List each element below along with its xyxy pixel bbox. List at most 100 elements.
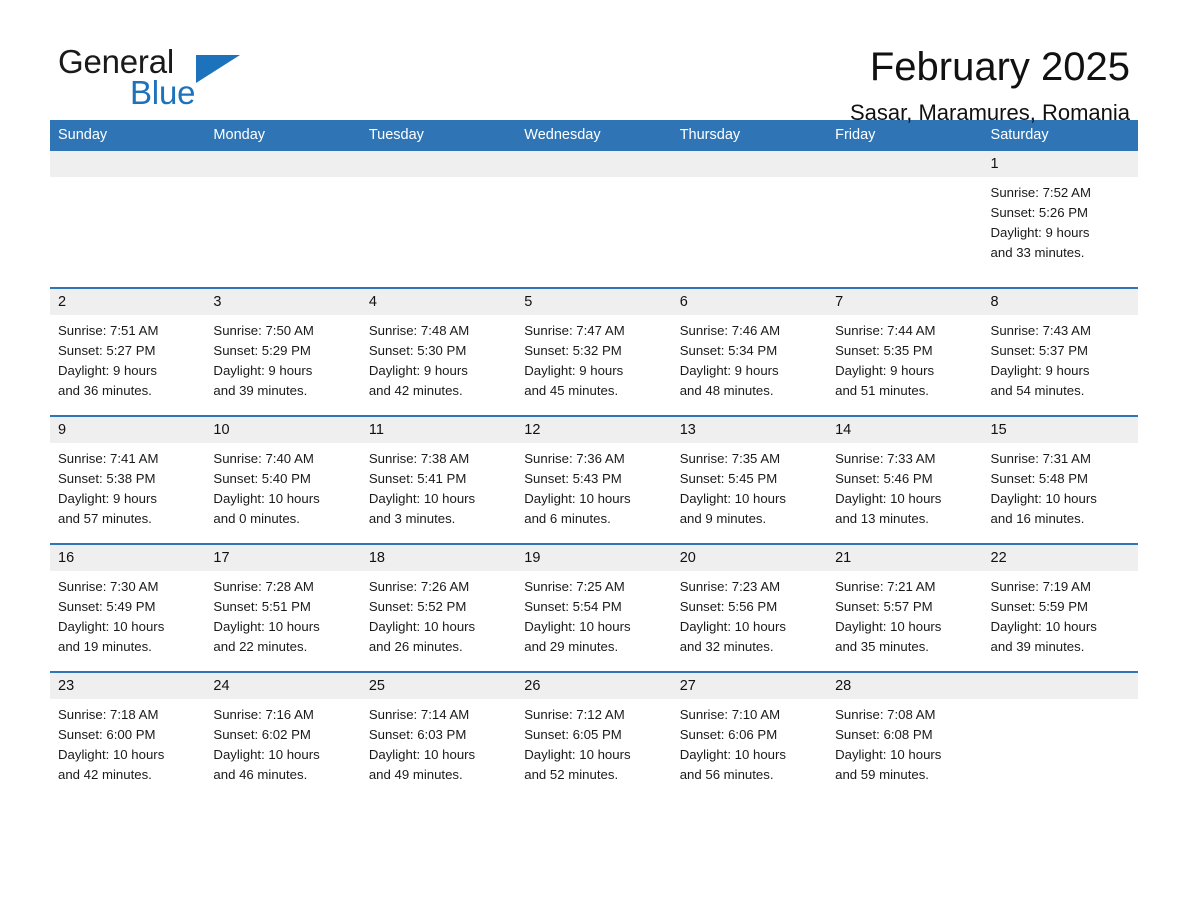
day-number bbox=[671, 151, 828, 177]
day-cell[interactable]: 26 Sunrise: 7:12 AM Sunset: 6:05 PM Dayl… bbox=[516, 673, 672, 799]
daylight-text-line2: and 29 minutes. bbox=[524, 639, 619, 654]
day-number: 8 bbox=[982, 289, 1138, 315]
daylight-text-line1: Daylight: 10 hours bbox=[524, 747, 631, 762]
sunrise-text: Sunrise: 7:51 AM bbox=[58, 323, 159, 338]
day-cell[interactable]: 18 Sunrise: 7:26 AM Sunset: 5:52 PM Dayl… bbox=[360, 545, 517, 671]
day-cell[interactable]: 13 Sunrise: 7:35 AM Sunset: 5:45 PM Dayl… bbox=[671, 417, 828, 543]
day-cell[interactable]: 20 Sunrise: 7:23 AM Sunset: 5:56 PM Dayl… bbox=[671, 545, 828, 671]
weekday-header-saturday: Saturday bbox=[990, 127, 1049, 143]
day-cell[interactable]: 8 Sunrise: 7:43 AM Sunset: 5:37 PM Dayli… bbox=[982, 289, 1138, 415]
sunset-text: Sunset: 5:40 PM bbox=[213, 471, 311, 486]
sunset-text: Sunset: 5:57 PM bbox=[835, 599, 933, 614]
day-cell[interactable]: 5 Sunrise: 7:47 AM Sunset: 5:32 PM Dayli… bbox=[516, 289, 672, 415]
day-cell[interactable]: 14 Sunrise: 7:33 AM Sunset: 5:46 PM Dayl… bbox=[827, 417, 983, 543]
weekday-header-sunday: Sunday bbox=[58, 127, 108, 143]
sunrise-text: Sunrise: 7:19 AM bbox=[990, 579, 1091, 594]
daylight-text-line2: and 42 minutes. bbox=[58, 767, 152, 782]
day-cell[interactable]: 25 Sunrise: 7:14 AM Sunset: 6:03 PM Dayl… bbox=[360, 673, 517, 799]
day-details: Sunrise: 7:44 AM Sunset: 5:35 PM Dayligh… bbox=[827, 315, 982, 401]
day-cell[interactable]: 6 Sunrise: 7:46 AM Sunset: 5:34 PM Dayli… bbox=[671, 289, 828, 415]
day-cell[interactable]: 23 Sunrise: 7:18 AM Sunset: 6:00 PM Dayl… bbox=[50, 673, 206, 799]
day-details: Sunrise: 7:08 AM Sunset: 6:08 PM Dayligh… bbox=[827, 699, 982, 785]
daylight-text-line1: Daylight: 10 hours bbox=[368, 491, 476, 506]
day-number: 26 bbox=[516, 673, 672, 699]
day-details: Sunrise: 7:47 AM Sunset: 5:32 PM Dayligh… bbox=[516, 315, 671, 401]
sunrise-text: Sunrise: 7:35 AM bbox=[679, 451, 781, 466]
week-row: 2 Sunrise: 7:51 AM Sunset: 5:27 PM Dayli… bbox=[50, 287, 1138, 415]
weekday-header-row: Sunday Monday Tuesday Wednesday Thursday… bbox=[50, 120, 1138, 151]
day-cell[interactable]: 12 Sunrise: 7:36 AM Sunset: 5:43 PM Dayl… bbox=[516, 417, 672, 543]
day-cell[interactable]: 24 Sunrise: 7:16 AM Sunset: 6:02 PM Dayl… bbox=[205, 673, 361, 799]
day-number: 28 bbox=[827, 673, 983, 699]
sunset-text: Sunset: 5:34 PM bbox=[679, 343, 778, 358]
sunrise-text: Sunrise: 7:41 AM bbox=[58, 451, 159, 466]
daylight-text-line2: and 22 minutes. bbox=[213, 639, 308, 654]
day-cell[interactable]: 3 Sunrise: 7:50 AM Sunset: 5:29 PM Dayli… bbox=[205, 289, 361, 415]
daylight-text-line1: Daylight: 10 hours bbox=[990, 491, 1097, 506]
daylight-text-line2: and 45 minutes. bbox=[524, 383, 619, 398]
daylight-text-line1: Daylight: 10 hours bbox=[58, 747, 165, 762]
daylight-text-line2: and 46 minutes. bbox=[213, 767, 308, 782]
daylight-text-line1: Daylight: 9 hours bbox=[58, 491, 157, 506]
day-number: 17 bbox=[205, 545, 361, 571]
day-number: 20 bbox=[671, 545, 828, 571]
day-cell[interactable]: 17 Sunrise: 7:28 AM Sunset: 5:51 PM Dayl… bbox=[205, 545, 361, 671]
daylight-text-line1: Daylight: 10 hours bbox=[213, 619, 320, 634]
daylight-text-line2: and 3 minutes. bbox=[368, 511, 456, 526]
day-cell[interactable]: 1 Sunrise: 7:52 AM Sunset: 5:26 PM Dayli… bbox=[982, 151, 1138, 287]
day-details: Sunrise: 7:38 AM Sunset: 5:41 PM Dayligh… bbox=[361, 443, 516, 529]
page-title: February 2025 bbox=[869, 45, 1130, 89]
day-number: 22 bbox=[982, 545, 1138, 571]
daylight-text-line2: and 32 minutes. bbox=[679, 639, 774, 654]
daylight-text-line1: Daylight: 10 hours bbox=[213, 747, 320, 762]
daylight-text-line2: and 13 minutes. bbox=[835, 511, 929, 526]
day-cell[interactable]: 19 Sunrise: 7:25 AM Sunset: 5:54 PM Dayl… bbox=[516, 545, 672, 671]
day-number: 5 bbox=[516, 289, 672, 315]
day-cell[interactable]: 16 Sunrise: 7:30 AM Sunset: 5:49 PM Dayl… bbox=[50, 545, 206, 671]
daylight-text-line1: Daylight: 10 hours bbox=[679, 747, 786, 762]
sunset-text: Sunset: 5:32 PM bbox=[524, 343, 622, 358]
weekday-header-tuesday: Tuesday bbox=[368, 127, 424, 143]
day-cell[interactable]: 22 Sunrise: 7:19 AM Sunset: 5:59 PM Dayl… bbox=[982, 545, 1138, 671]
day-cell[interactable]: 2 Sunrise: 7:51 AM Sunset: 5:27 PM Dayli… bbox=[50, 289, 206, 415]
day-cell[interactable]: 21 Sunrise: 7:21 AM Sunset: 5:57 PM Dayl… bbox=[827, 545, 983, 671]
day-cell[interactable]: 10 Sunrise: 7:40 AM Sunset: 5:40 PM Dayl… bbox=[205, 417, 361, 543]
sunrise-text: Sunrise: 7:44 AM bbox=[835, 323, 936, 338]
day-details: Sunrise: 7:30 AM Sunset: 5:49 PM Dayligh… bbox=[50, 571, 205, 657]
sunrise-text: Sunrise: 7:08 AM bbox=[835, 707, 936, 722]
day-cell[interactable]: 9 Sunrise: 7:41 AM Sunset: 5:38 PM Dayli… bbox=[50, 417, 206, 543]
day-cell[interactable]: 28 Sunrise: 7:08 AM Sunset: 6:08 PM Dayl… bbox=[827, 673, 983, 799]
day-cell bbox=[516, 151, 672, 287]
daylight-text-line1: Daylight: 9 hours bbox=[368, 363, 468, 378]
day-details: Sunrise: 7:31 AM Sunset: 5:48 PM Dayligh… bbox=[983, 443, 1138, 529]
sunset-text: Sunset: 5:46 PM bbox=[835, 471, 933, 486]
weekday-header-friday: Friday bbox=[835, 127, 876, 143]
day-cell[interactable]: 4 Sunrise: 7:48 AM Sunset: 5:30 PM Dayli… bbox=[360, 289, 517, 415]
day-details: Sunrise: 7:21 AM Sunset: 5:57 PM Dayligh… bbox=[827, 571, 982, 657]
page-header: General Blue February 2025 Sasar, Maramu… bbox=[50, 0, 1138, 126]
daylight-text-line2: and 39 minutes. bbox=[213, 383, 308, 398]
daylight-text-line1: Daylight: 9 hours bbox=[524, 363, 624, 378]
daylight-text-line1: Daylight: 10 hours bbox=[524, 619, 631, 634]
day-cell bbox=[827, 151, 983, 287]
daylight-text-line1: Daylight: 10 hours bbox=[835, 747, 942, 762]
daylight-text-line1: Daylight: 10 hours bbox=[835, 491, 942, 506]
day-number: 6 bbox=[671, 289, 828, 315]
sunset-text: Sunset: 5:49 PM bbox=[58, 599, 156, 614]
day-number: 27 bbox=[671, 673, 828, 699]
weekday-header-monday: Monday bbox=[213, 127, 266, 143]
brand-logo[interactable]: General Blue bbox=[50, 44, 278, 114]
daylight-text-line2: and 33 minutes. bbox=[990, 245, 1085, 260]
sunrise-text: Sunrise: 7:12 AM bbox=[524, 707, 625, 722]
day-cell[interactable]: 15 Sunrise: 7:31 AM Sunset: 5:48 PM Dayl… bbox=[982, 417, 1138, 543]
day-details: Sunrise: 7:16 AM Sunset: 6:02 PM Dayligh… bbox=[205, 699, 360, 785]
day-details: Sunrise: 7:43 AM Sunset: 5:37 PM Dayligh… bbox=[983, 315, 1138, 401]
day-number bbox=[205, 151, 361, 177]
day-number: 13 bbox=[671, 417, 828, 443]
daylight-text-line2: and 16 minutes. bbox=[990, 511, 1085, 526]
sunrise-text: Sunrise: 7:16 AM bbox=[213, 707, 314, 722]
day-cell[interactable]: 7 Sunrise: 7:44 AM Sunset: 5:35 PM Dayli… bbox=[827, 289, 983, 415]
day-cell[interactable]: 11 Sunrise: 7:38 AM Sunset: 5:41 PM Dayl… bbox=[360, 417, 517, 543]
day-number: 16 bbox=[50, 545, 206, 571]
day-cell[interactable]: 27 Sunrise: 7:10 AM Sunset: 6:06 PM Dayl… bbox=[671, 673, 828, 799]
